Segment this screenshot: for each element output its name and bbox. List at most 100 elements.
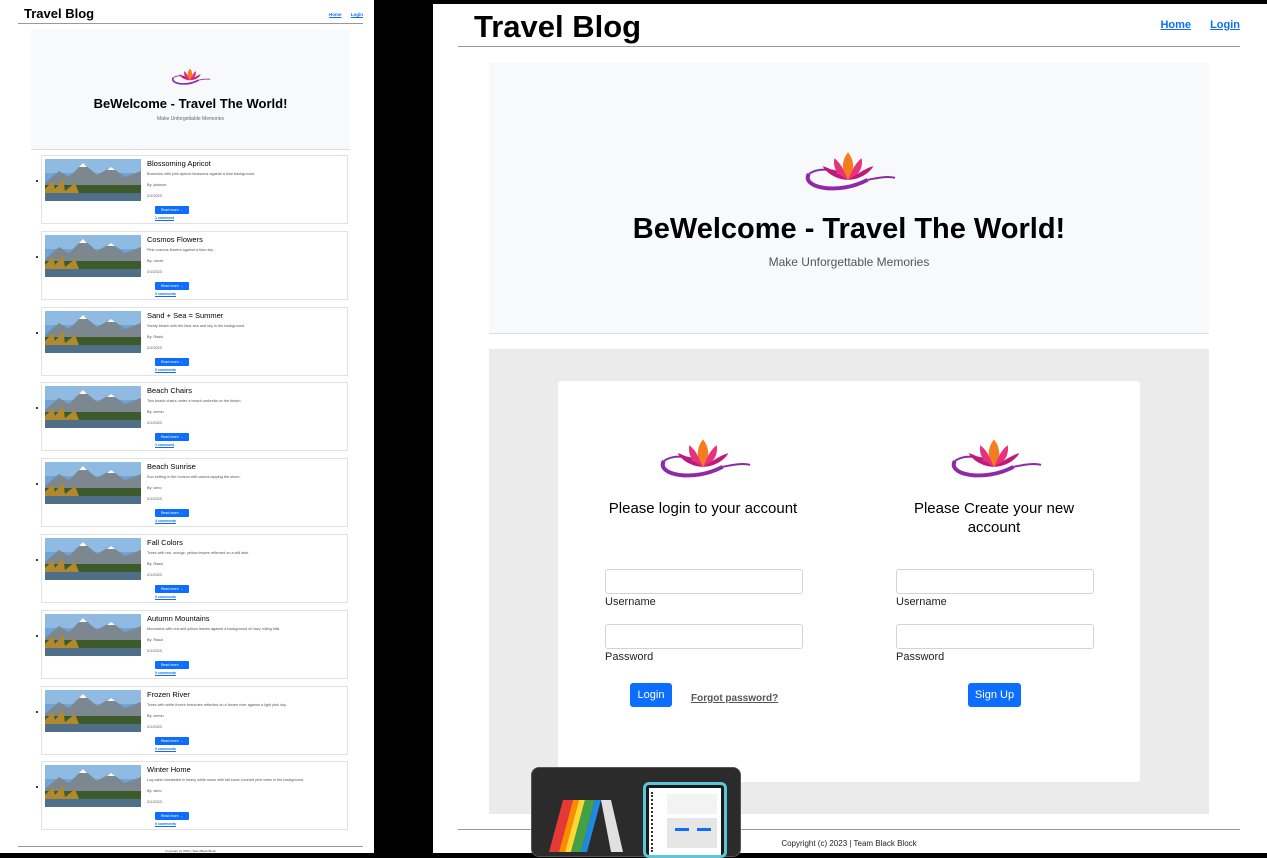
- list-item: Cosmos Flowers Pink cosmos flowers agains…: [36, 230, 348, 300]
- forgot-password-link[interactable]: Forgot password?: [691, 693, 778, 704]
- nav-home-link[interactable]: Home: [1160, 19, 1191, 31]
- comments-link[interactable]: 0 comments: [155, 595, 176, 599]
- signup-heading: Please Create your new account: [913, 500, 1075, 536]
- post-title[interactable]: Frozen River: [147, 690, 190, 699]
- post-thumbnail[interactable]: [45, 765, 141, 808]
- signup-password-input[interactable]: [896, 624, 1094, 649]
- post-title[interactable]: Sand + Sea = Summer: [147, 311, 223, 320]
- post-date: 2/1/2023: [147, 648, 162, 653]
- read-more-button[interactable]: Read more →: [155, 736, 189, 745]
- bullet: [36, 255, 38, 258]
- comments-link[interactable]: 1 comment: [155, 216, 174, 220]
- post-thumbnail[interactable]: [45, 613, 141, 656]
- bullet: [36, 710, 38, 713]
- post-thumbnail[interactable]: [45, 538, 141, 580]
- post-thumbnail[interactable]: [45, 234, 141, 277]
- read-more-button[interactable]: Read more →: [155, 433, 189, 442]
- comments-link[interactable]: 0 comments: [155, 671, 176, 675]
- post-description: Branches with pink apricot blossoms agai…: [147, 172, 256, 176]
- post-title[interactable]: Winter Home: [147, 765, 191, 774]
- login-password-input[interactable]: [605, 624, 803, 649]
- post-title[interactable]: Beach Sunrise: [147, 462, 196, 471]
- bullet: [36, 559, 38, 561]
- login-username-label: Username: [605, 596, 656, 608]
- bullet: [36, 407, 38, 410]
- comments-link[interactable]: 0 comments: [155, 747, 176, 751]
- post-thumbnail[interactable]: [45, 462, 141, 505]
- desktop-window: Travel Blog Home Login BeWelcome - Trave…: [433, 4, 1267, 853]
- hero-subtitle: Make Unforgettable Memories: [768, 255, 930, 269]
- list-item: Blossoming Apricot Branches with pink apr…: [36, 155, 348, 224]
- lotus-logo-icon: [660, 439, 751, 478]
- comments-link[interactable]: 0 comments: [155, 292, 176, 296]
- post-thumbnail[interactable]: [45, 386, 141, 429]
- post-author: By: jackson: [147, 183, 167, 187]
- app-logo-icon[interactable]: [545, 794, 627, 854]
- lotus-logo-icon: [171, 68, 211, 85]
- comments-link[interactable]: 0 comments: [155, 368, 176, 372]
- login-button[interactable]: Login: [630, 683, 672, 707]
- post-author: By: Rasul: [147, 334, 164, 339]
- login-form: Please login to your account Username Pa…: [558, 381, 848, 782]
- post-thumbnail[interactable]: [45, 689, 141, 732]
- task-switcher: [531, 767, 741, 858]
- list-item: Beach Sunrise Sun setting in the horizon …: [36, 458, 348, 528]
- post-author: By: Rasul: [147, 637, 164, 642]
- hero-subtitle: Make Unforgettable Memories: [157, 116, 224, 122]
- read-more-button[interactable]: Read more →: [155, 357, 189, 366]
- post-description: Log cabin blanketed in heavy white snow …: [147, 778, 305, 783]
- hero-banner: BeWelcome - Travel The World! Make Unfor…: [31, 30, 350, 150]
- nav-login-link[interactable]: Login: [351, 12, 363, 17]
- nav-login-link[interactable]: Login: [1210, 19, 1240, 31]
- login-username-input[interactable]: [605, 569, 803, 594]
- read-more-button[interactable]: Read more →: [155, 281, 189, 290]
- post-date: 2/1/2023: [147, 497, 162, 502]
- browser-window-thumbnail[interactable]: [643, 782, 727, 858]
- post-title[interactable]: Blossoming Apricot: [147, 159, 211, 168]
- post-title[interactable]: Autumn Mountains: [147, 614, 210, 623]
- read-more-button[interactable]: Read more →: [155, 660, 189, 669]
- post-date: 2/1/2023: [147, 573, 162, 577]
- bullet: [36, 331, 38, 334]
- list-item: Sand + Sea = Summer Sandy beach with the …: [36, 306, 348, 376]
- lotus-logo-icon: [951, 439, 1042, 478]
- post-description: Sandy beach with the blue sea and sky in…: [147, 323, 246, 328]
- hero-banner: BeWelcome - Travel The World! Make Unfor…: [489, 63, 1209, 334]
- read-more-button[interactable]: Read more →: [155, 812, 189, 821]
- read-more-button[interactable]: Read more →: [155, 509, 189, 518]
- post-date: 2/1/2023: [147, 421, 162, 426]
- comments-link[interactable]: 4 comments: [155, 519, 176, 523]
- post-description: Mountains with red and yellow leaves aga…: [147, 626, 281, 631]
- post-title[interactable]: Fall Colors: [147, 538, 183, 547]
- auth-section: Please login to your account Username Pa…: [489, 349, 1209, 814]
- hero-title: BeWelcome - Travel The World!: [93, 96, 288, 111]
- post-author: By: Rasul: [147, 562, 164, 566]
- header: Travel Blog Home Login: [458, 4, 1240, 47]
- post-author: By: simo: [147, 486, 162, 491]
- nav: Home Login: [321, 12, 363, 17]
- read-more-button[interactable]: Read more →: [155, 206, 189, 214]
- brand-title: Travel Blog: [474, 9, 642, 44]
- comments-link[interactable]: 0 comments: [155, 822, 176, 826]
- mobile-window: Travel Blog Home Login BeWelcome - Trave…: [0, 0, 374, 853]
- signup-username-input[interactable]: [896, 569, 1094, 594]
- post-author: By: simo: [147, 789, 162, 794]
- signup-button[interactable]: Sign Up: [968, 683, 1021, 707]
- brand-title: Travel Blog: [24, 6, 95, 21]
- login-password-label: Password: [605, 651, 654, 663]
- bullet: [36, 786, 38, 789]
- post-thumbnail[interactable]: [45, 310, 141, 353]
- auth-card: Please login to your account Username Pa…: [558, 381, 1140, 782]
- comments-link[interactable]: 1 comment: [155, 443, 174, 447]
- nav-home-link[interactable]: Home: [329, 12, 342, 17]
- post-thumbnail[interactable]: [45, 159, 141, 201]
- thumbnail-preview: [649, 788, 721, 855]
- list-item: Beach Chairs Two beach chairs under a bea…: [36, 382, 348, 452]
- list-item: Autumn Mountains Mountains with red and y…: [36, 609, 348, 679]
- list-item: Frozen River Trees with white frozen bran…: [36, 685, 348, 755]
- post-title[interactable]: Beach Chairs: [147, 386, 192, 395]
- post-description: Trees with white frozen branches reflect…: [147, 702, 287, 707]
- post-title[interactable]: Cosmos Flowers: [147, 235, 203, 244]
- read-more-button[interactable]: Read more →: [155, 585, 189, 593]
- lotus-logo-icon: [805, 152, 896, 191]
